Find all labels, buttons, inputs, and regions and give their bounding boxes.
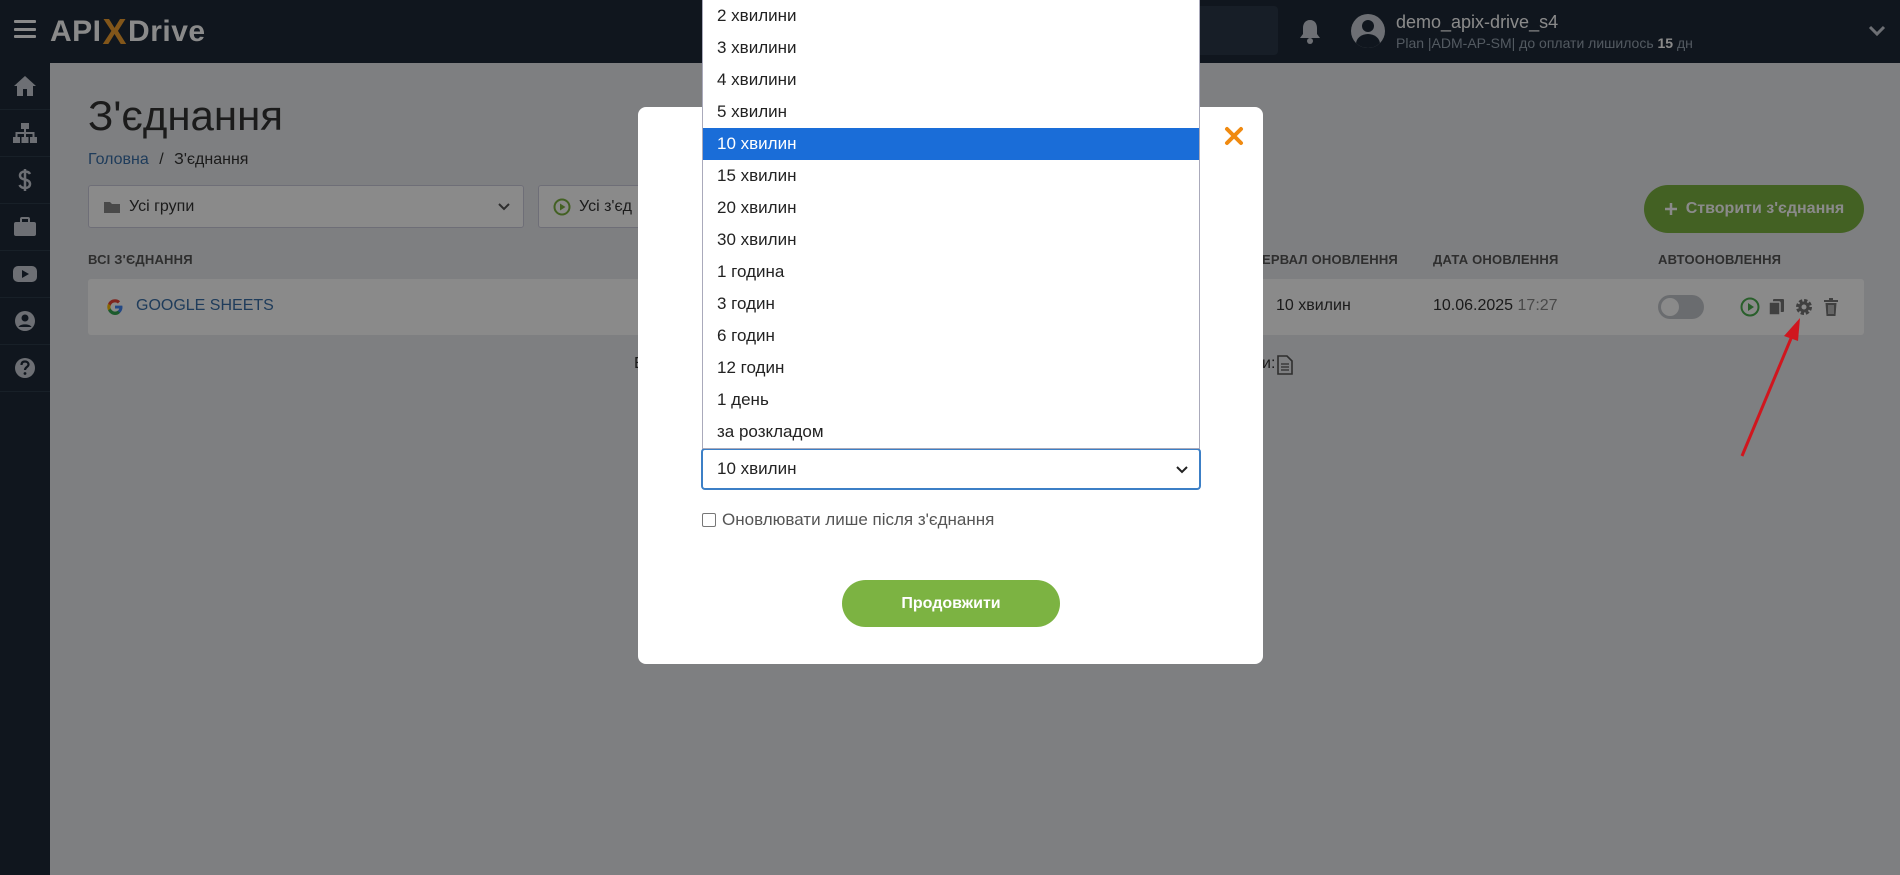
- update-interval-select[interactable]: 10 хвилин: [701, 448, 1201, 490]
- update-interval-value: 10 хвилин: [717, 459, 797, 478]
- interval-option[interactable]: 3 хвилини: [703, 32, 1199, 64]
- interval-option[interactable]: 5 хвилин: [703, 96, 1199, 128]
- interval-option[interactable]: 1 день: [703, 384, 1199, 416]
- interval-option[interactable]: 15 хвилин: [703, 160, 1199, 192]
- interval-option[interactable]: 4 хвилини: [703, 64, 1199, 96]
- chevron-down-icon: [1176, 466, 1188, 474]
- interval-option[interactable]: 6 годин: [703, 320, 1199, 352]
- close-icon[interactable]: [1222, 124, 1246, 148]
- interval-option[interactable]: 2 хвилини: [703, 0, 1199, 32]
- interval-option[interactable]: 1 година: [703, 256, 1199, 288]
- interval-option[interactable]: 20 хвилин: [703, 192, 1199, 224]
- interval-option[interactable]: за розкладом: [703, 416, 1199, 448]
- red-arrow-annotation: [1740, 318, 1800, 457]
- interval-option[interactable]: 12 годин: [703, 352, 1199, 384]
- continue-button[interactable]: Продовжити: [842, 580, 1060, 627]
- update-after-connection-label[interactable]: Оновлювати лише після з'єднання: [722, 510, 994, 530]
- update-after-connection-checkbox[interactable]: [702, 513, 716, 527]
- update-after-connection-option[interactable]: Оновлювати лише після з'єднання: [702, 510, 994, 530]
- interval-option[interactable]: 30 хвилин: [703, 224, 1199, 256]
- interval-option[interactable]: 3 годин: [703, 288, 1199, 320]
- interval-options-list: 2 хвилини 3 хвилини 4 хвилини 5 хвилин 10 хв…: [702, 0, 1200, 449]
- interval-option[interactable]: 10 хвилин: [703, 128, 1199, 160]
